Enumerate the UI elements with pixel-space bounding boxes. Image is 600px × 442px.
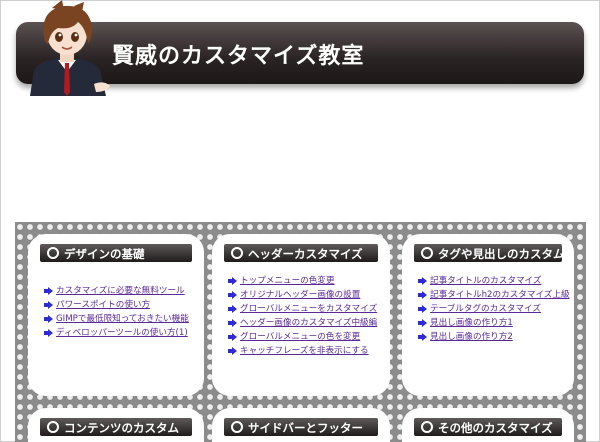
arrow-right-icon [418,291,427,299]
arrow-right-icon [44,329,53,337]
link[interactable]: 見出し画像の作り方1 [430,316,513,330]
arrow-right-icon [228,277,237,285]
circle-icon [47,421,59,433]
list-item: 記事タイトルh2のカスタマイズ上級 [418,288,570,302]
arrow-right-icon [418,305,427,313]
link[interactable]: キャッチフレーズを非表示にする [240,344,369,358]
link[interactable]: 見出し画像の作り方2 [430,330,513,344]
card-design-basics: デザインの基礎 カスタマイズに必要な無料ツール パワースポイトの使い方 GIMP… [28,234,204,396]
circle-icon [421,247,433,259]
arrow-right-icon [44,287,53,295]
card-title: サイドバーとフッター [248,421,363,435]
circle-icon [47,247,59,259]
list-item: カスタマイズに必要な無料ツール [44,284,189,298]
link-list: カスタマイズに必要な無料ツール パワースポイトの使い方 GIMPで最低限知ってお… [44,284,189,340]
link[interactable]: 記事タイトルh2のカスタマイズ上級 [430,288,570,302]
link[interactable]: ディベロッパーツールの使い方(1) [56,326,188,340]
arrow-right-icon [228,305,237,313]
card-title: コンテンツのカスタム [64,421,179,435]
card-header: タグや見出しのカスタム [414,244,565,262]
circle-icon [421,421,433,433]
card-other: その他のカスタマイズ [402,408,574,442]
arrow-right-icon [228,291,237,299]
arrow-right-icon [228,347,237,355]
link[interactable]: テーブルタグのカスタマイズ [430,302,541,316]
circle-icon [231,247,243,259]
card-title: ヘッダーカスタマイズ [248,247,363,261]
arrow-right-icon [418,277,427,285]
list-item: ディベロッパーツールの使い方(1) [44,326,189,340]
list-item: GIMPで最低限知っておきたい機能 [44,312,189,326]
link-list: トップメニューの色変更 オリジナルヘッダー画像の設置 グローバルメニューをカスタ… [228,274,377,358]
card-header: サイドバーとフッター [224,418,378,436]
list-item: ヘッダー画像のカスタマイズ中級編 [228,316,377,330]
card-tags-headings: タグや見出しのカスタム 記事タイトルのカスタマイズ 記事タイトルh2のカスタマイ… [402,234,574,396]
site-title[interactable]: 賢威のカスタマイズ教室 [112,38,364,70]
arrow-right-icon [44,315,53,323]
list-item: グローバルメニューの色を変更 [228,330,377,344]
list-item: グローバルメニューをカスタマイズ [228,302,377,316]
circle-icon [231,421,243,433]
list-item: オリジナルヘッダー画像の設置 [228,288,377,302]
card-header: コンテンツのカスタム [40,418,192,436]
card-header: その他のカスタマイズ [414,418,562,436]
list-item: パワースポイトの使い方 [44,298,189,312]
arrow-right-icon [44,301,53,309]
arrow-right-icon [228,333,237,341]
card-title: デザインの基礎 [64,247,145,261]
link[interactable]: カスタマイズに必要な無料ツール [56,284,185,298]
link[interactable]: トップメニューの色変更 [240,274,335,288]
list-item: 見出し画像の作り方1 [418,316,570,330]
list-item: キャッチフレーズを非表示にする [228,344,377,358]
card-sidebar-footer: サイドバーとフッター [212,408,390,442]
link[interactable]: グローバルメニューの色を変更 [240,330,360,344]
link[interactable]: オリジナルヘッダー画像の設置 [240,288,360,302]
link[interactable]: ヘッダー画像のカスタマイズ中級編 [240,316,377,330]
arrow-right-icon [228,319,237,327]
list-item: 記事タイトルのカスタマイズ [418,274,570,288]
mascot-illustration [30,0,110,96]
link[interactable]: 記事タイトルのカスタマイズ [430,274,541,288]
link[interactable]: グローバルメニューをカスタマイズ [240,302,377,316]
card-title: タグや見出しのカスタム [438,247,565,261]
list-item: トップメニューの色変更 [228,274,377,288]
arrow-right-icon [418,333,427,341]
card-header-customize: ヘッダーカスタマイズ トップメニューの色変更 オリジナルヘッダー画像の設置 グロ… [212,234,390,396]
list-item: テーブルタグのカスタマイズ [418,302,570,316]
arrow-right-icon [418,319,427,327]
card-contents: コンテンツのカスタム [28,408,204,442]
card-title: その他のカスタマイズ [438,421,553,435]
link-list: 記事タイトルのカスタマイズ 記事タイトルh2のカスタマイズ上級 テーブルタグのカ… [418,274,570,344]
link[interactable]: GIMPで最低限知っておきたい機能 [56,312,189,326]
link[interactable]: パワースポイトの使い方 [56,298,150,312]
card-header: ヘッダーカスタマイズ [224,244,378,262]
card-header: デザインの基礎 [40,244,192,262]
list-item: 見出し画像の作り方2 [418,330,570,344]
